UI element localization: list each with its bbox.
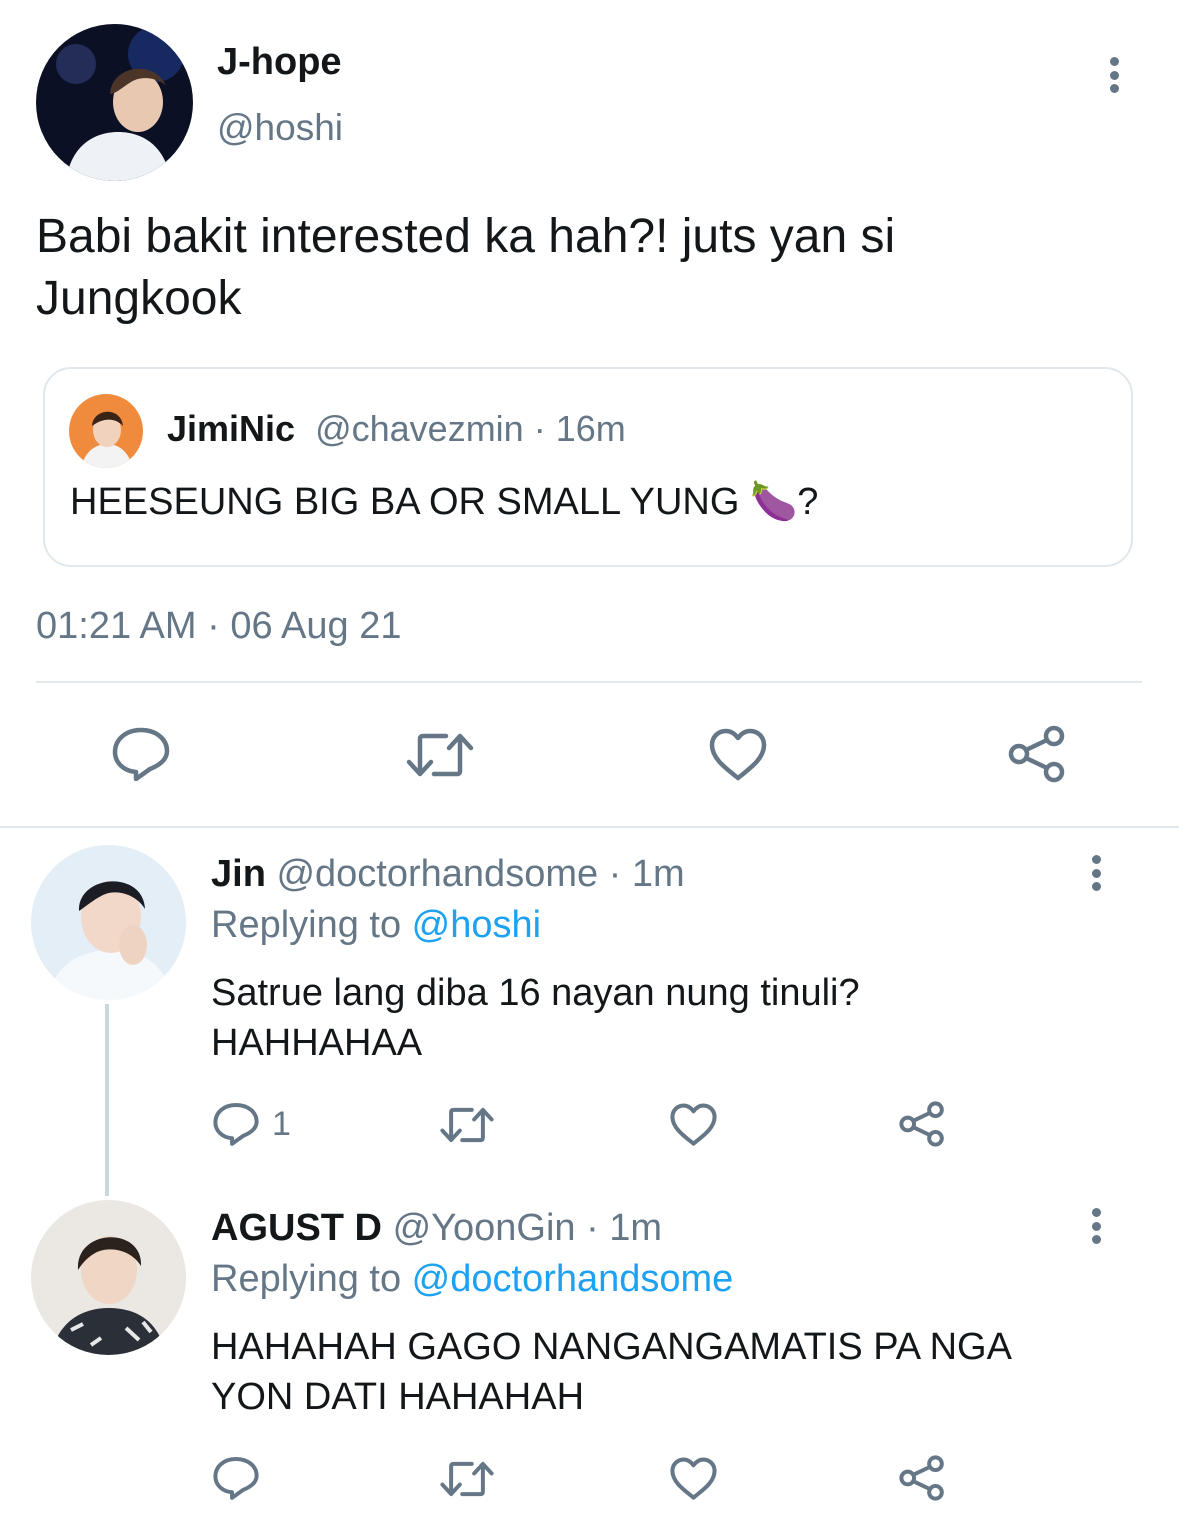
reply-avatar[interactable] [31, 1200, 186, 1355]
tweet-text-line-2: Jungkook [36, 272, 242, 325]
reply-time: · 1m [575, 1207, 663, 1249]
timestamp-divider [36, 681, 1142, 683]
reply-text-line-1: HAHAHAH GAGO NANGANGAMATIS PA NGA [211, 1326, 1012, 1368]
reply-display-name[interactable]: Jin [211, 853, 266, 895]
reply-text: HAHAHAH GAGO NANGANGAMATIS PA NGA YON DA… [211, 1322, 1012, 1422]
quoted-display-name: JimiNic [167, 408, 296, 449]
tweet-more-options-icon[interactable] [1110, 57, 1120, 93]
reply-more-options-icon[interactable] [1092, 855, 1102, 891]
retweet-icon[interactable] [440, 1104, 494, 1146]
reply-time: · 1m [598, 853, 685, 895]
quoted-time: · 16m [523, 408, 626, 449]
quoted-header: JimiNic @chavezmin · 16m [167, 407, 626, 451]
share-icon[interactable] [898, 1101, 946, 1147]
like-icon[interactable] [670, 1457, 717, 1501]
reply-avatar[interactable] [31, 845, 186, 1000]
replying-to-label: Replying to [211, 904, 412, 946]
thread-divider [0, 826, 1179, 828]
quoted-tweet-card[interactable]: JimiNic @chavezmin · 16m HEESEUNG BIG BA… [43, 367, 1133, 567]
replying-to: Replying to @doctorhandsome [211, 1257, 733, 1301]
tweet-text-line-1: Babi bakit interested ka hah?! juts yan … [36, 210, 896, 263]
reply-text-line-2: HAHHAHAA [211, 1022, 423, 1064]
reply-handle[interactable]: @YoonGin [393, 1207, 576, 1249]
replying-to: Replying to @hoshi [211, 903, 541, 947]
reply-icon[interactable] [213, 1456, 259, 1500]
quoted-author-avatar [69, 394, 143, 468]
share-icon[interactable] [898, 1455, 946, 1501]
reply-thread-line [105, 1004, 109, 1196]
reply-more-options-icon[interactable] [1092, 1208, 1102, 1244]
author-avatar[interactable] [36, 24, 193, 181]
share-icon[interactable] [1007, 725, 1067, 783]
reply-count: 1 [272, 1105, 291, 1143]
like-icon[interactable] [709, 728, 767, 782]
reply-text: Satrue lang diba 16 nayan nung tinuli? H… [211, 968, 860, 1068]
tweet-text: Babi bakit interested ka hah?! juts yan … [36, 206, 1146, 330]
reply-text-line-1: Satrue lang diba 16 nayan nung tinuli? [211, 972, 860, 1014]
quoted-handle: @chavezmin [315, 408, 524, 449]
replying-to-handle[interactable]: @doctorhandsome [412, 1258, 734, 1300]
like-icon[interactable] [670, 1103, 717, 1147]
quoted-text: HEESEUNG BIG BA OR SMALL YUNG 🍆? [70, 481, 819, 523]
reply-header: Jin @doctorhandsome · 1m [211, 852, 685, 896]
retweet-icon[interactable] [440, 1458, 494, 1500]
author-handle[interactable]: @hoshi [217, 106, 343, 150]
reply-handle[interactable]: @doctorhandsome [276, 853, 598, 895]
retweet-icon[interactable] [406, 729, 474, 781]
replying-to-label: Replying to [211, 1258, 412, 1300]
reply-header: AGUST D @YoonGin · 1m [211, 1206, 662, 1250]
replying-to-handle[interactable]: @hoshi [412, 904, 541, 946]
reply-text-line-2: YON DATI HAHAHAH [211, 1376, 585, 1418]
reply-display-name[interactable]: AGUST D [211, 1207, 382, 1249]
reply-icon[interactable] [112, 727, 170, 781]
tweet-timestamp: 01:21 AM · 06 Aug 21 [36, 605, 402, 647]
reply-icon[interactable] [213, 1102, 259, 1146]
author-display-name[interactable]: J-hope [217, 40, 342, 84]
